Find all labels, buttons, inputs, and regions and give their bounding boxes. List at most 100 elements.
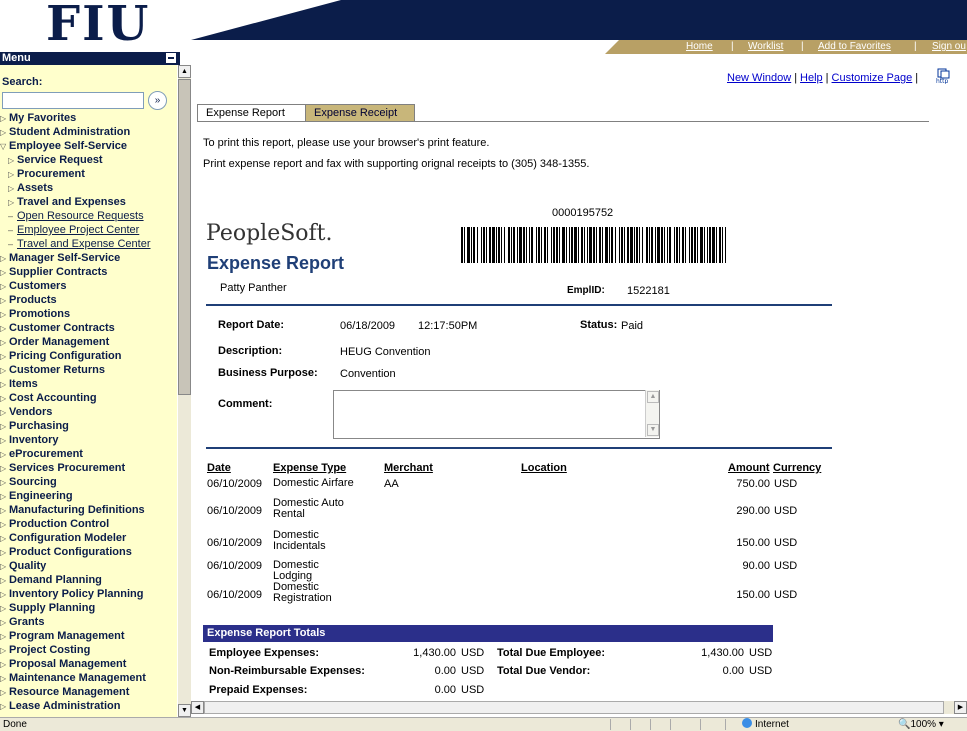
menu-item-travel-and-expenses[interactable]: ▷ Travel and Expenses [0,195,177,209]
add-to-favorites-link[interactable]: Add to Favorites [818,41,891,52]
menu-item-my-favorites[interactable]: ▷ My Favorites [0,111,177,125]
menu-item-cost-accounting[interactable]: ▷ Cost Accounting [0,391,177,405]
menu-item-engineering[interactable]: ▷ Engineering [0,489,177,503]
menu-item-customer-contracts[interactable]: ▷ Customer Contracts [0,321,177,335]
barcode-bar [685,227,686,263]
menu-item-assets[interactable]: ▷ Assets [0,181,177,195]
menu-item-travel-and-expense-center[interactable]: – Travel and Expense Center [0,237,177,251]
home-link[interactable]: Home [686,41,713,52]
col-amount-header[interactable]: Amount [728,462,770,474]
collapse-menu-icon[interactable] [166,53,176,63]
worklist-link[interactable]: Worklist [748,41,783,52]
scroll-up-icon[interactable]: ▲ [178,65,191,78]
menu-item-products[interactable]: ▷ Products [0,293,177,307]
menu-scrollbar[interactable]: ▲ ▼ [178,65,191,717]
menu-item-grants[interactable]: ▷ Grants [0,615,177,629]
separator: | [731,41,734,52]
menu-item-supply-planning[interactable]: ▷ Supply Planning [0,601,177,615]
scroll-down-icon[interactable]: ▼ [178,704,191,717]
menu-item-manufacturing-definitions[interactable]: ▷ Manufacturing Definitions [0,503,177,517]
menu-item-configuration-modeler[interactable]: ▷ Configuration Modeler [0,531,177,545]
menu-item-open-resource-requests[interactable]: – Open Resource Requests [0,209,177,223]
menu-item-inventory[interactable]: ▷ Inventory [0,433,177,447]
tab-expense-receipt[interactable]: Expense Receipt [305,104,415,121]
comment-textarea[interactable] [333,390,660,439]
menu-item-student-administration[interactable]: ▷ Student Administration [0,125,177,139]
menu-item-quality[interactable]: ▷ Quality [0,559,177,573]
page-vertical-scrollbar[interactable] [956,65,967,701]
description-label: Description: [218,345,283,357]
menu-item-program-management[interactable]: ▷ Program Management [0,629,177,643]
col-location-header[interactable]: Location [521,462,567,474]
menu-item-label: Student Administration [9,126,131,138]
col-type-header[interactable]: Expense Type [273,462,346,474]
barcode-bar [589,227,592,263]
menu-link[interactable]: Travel and Expense Center [17,238,151,250]
barcode-bar [508,227,510,263]
menu-item-purchasing[interactable]: ▷ Purchasing [0,419,177,433]
help-link[interactable]: Help [800,72,823,84]
zoom-control[interactable]: 🔍100% ▾ [898,718,944,731]
search-go-icon[interactable]: » [148,91,167,110]
menu-item-employee-project-center[interactable]: – Employee Project Center [0,223,177,237]
menu-item-product-configurations[interactable]: ▷ Product Configurations [0,545,177,559]
search-input[interactable] [2,92,144,109]
menu-item-inventory-policy-planning[interactable]: ▷ Inventory Policy Planning [0,587,177,601]
row-currency: USD [774,589,798,601]
menu-item-sourcing[interactable]: ▷ Sourcing [0,475,177,489]
horizontal-scroll-thumb[interactable] [204,701,944,714]
barcode-bar [489,227,491,263]
menu-item-eprocurement[interactable]: ▷ eProcurement [0,447,177,461]
menu-item-employee-self-service[interactable]: ▽ Employee Self-Service [0,139,177,153]
sign-out-link[interactable]: Sign ou [932,41,966,52]
menu-item-pricing-configuration[interactable]: ▷ Pricing Configuration [0,349,177,363]
new-window-link[interactable]: New Window [727,72,791,84]
menu-item-demand-planning[interactable]: ▷ Demand Planning [0,573,177,587]
page-horizontal-scrollbar[interactable]: ◀ ▶ [191,701,967,714]
col-merchant-header[interactable]: Merchant [384,462,433,474]
menu-item-items[interactable]: ▷ Items [0,377,177,391]
comment-scrollbar[interactable]: ▲ ▼ [645,390,659,437]
menu-item-services-procurement[interactable]: ▷ Services Procurement [0,461,177,475]
menu-item-supplier-contracts[interactable]: ▷ Supplier Contracts [0,265,177,279]
menu-item-project-costing[interactable]: ▷ Project Costing [0,643,177,657]
menu-item-promotions[interactable]: ▷ Promotions [0,307,177,321]
row-expense-type: Domestic Incidentals [273,529,326,552]
collapsed-arrow-icon: ▷ [0,604,7,613]
menu-item-label: Production Control [9,518,110,530]
col-currency-header[interactable]: Currency [773,462,821,474]
menu-item-production-control[interactable]: ▷ Production Control [0,517,177,531]
tab-expense-report[interactable]: Expense Report [197,104,307,121]
scroll-left-icon[interactable]: ◀ [191,701,204,714]
menu-item-service-request[interactable]: ▷ Service Request [0,153,177,167]
menu-item-label: Product Configurations [9,546,132,558]
menu-item-order-management[interactable]: ▷ Order Management [0,335,177,349]
menu-item-lease-administration[interactable]: ▷ Lease Administration [0,699,177,713]
menu-item-customer-returns[interactable]: ▷ Customer Returns [0,363,177,377]
menu-item-proposal-management[interactable]: ▷ Proposal Management [0,657,177,671]
menu-item-label: Travel and Expenses [17,196,126,208]
menu-item-maintenance-management[interactable]: ▷ Maintenance Management [0,671,177,685]
menu-scroll-thumb[interactable] [178,79,191,395]
employee-expenses-label: Employee Expenses: [209,647,320,659]
scroll-right-icon[interactable]: ▶ [954,701,967,714]
barcode-bar [473,227,475,263]
comment-scroll-up-icon[interactable]: ▲ [647,391,659,403]
menu-item-customers[interactable]: ▷ Customers [0,279,177,293]
barcode-bar [581,227,583,263]
menu-item-vendors[interactable]: ▷ Vendors [0,405,177,419]
customize-page-link[interactable]: Customize Page [832,72,913,84]
menu-link[interactable]: Employee Project Center [17,224,139,236]
comment-scroll-down-icon[interactable]: ▼ [647,424,659,436]
menu-item-procurement[interactable]: ▷ Procurement [0,167,177,181]
barcode-bar [669,227,671,263]
menu-item-manager-self-service[interactable]: ▷ Manager Self-Service [0,251,177,265]
employee-expenses-currency: USD [461,647,485,659]
menu-link[interactable]: Open Resource Requests [17,210,144,222]
menu-item-resource-management[interactable]: ▷ Resource Management [0,685,177,699]
due-vendor-currency: USD [749,665,773,677]
col-date-header[interactable]: Date [207,462,231,474]
http-icon[interactable]: http [936,68,952,84]
barcode-bar [605,227,608,263]
barcode-bar [571,227,573,263]
